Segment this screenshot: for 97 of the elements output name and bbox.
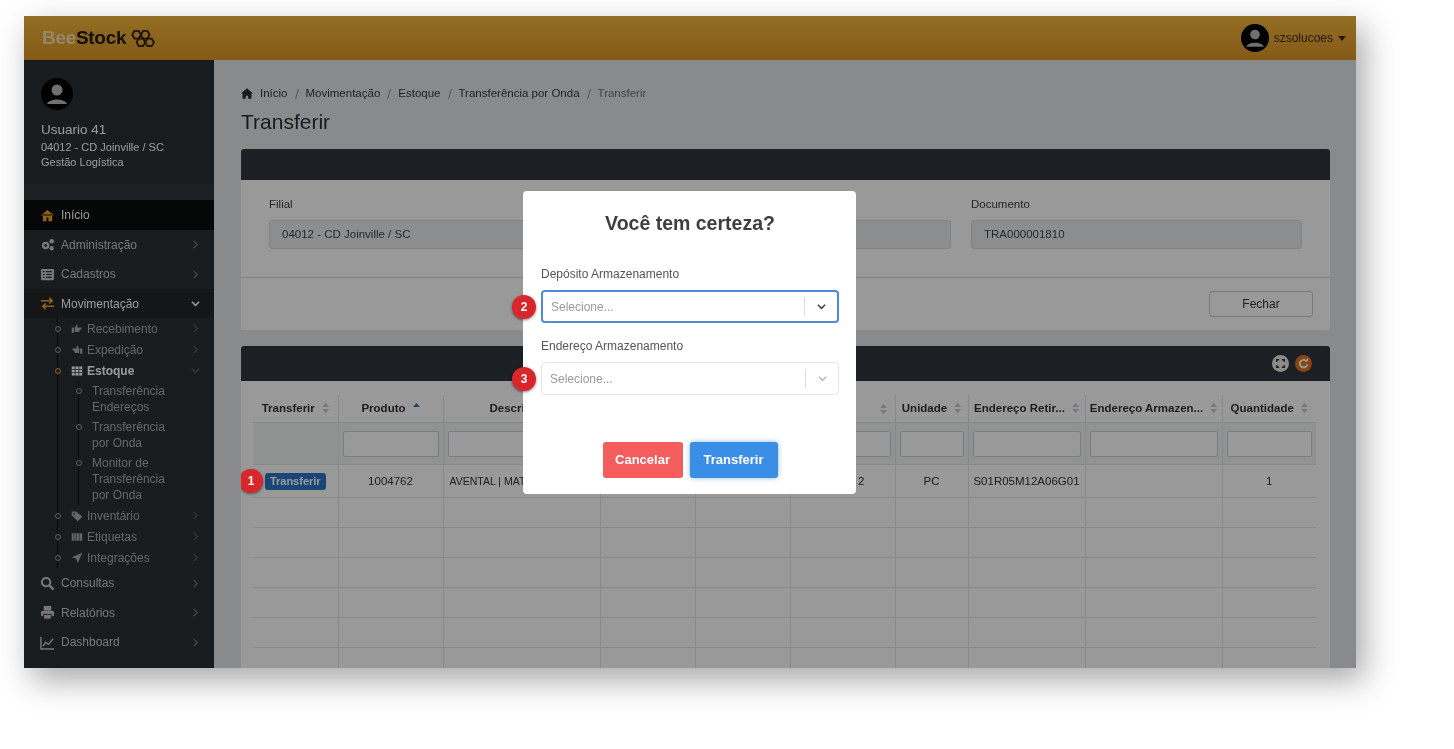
swap-arrows-icon xyxy=(40,296,55,311)
table-cell: PC xyxy=(923,474,940,487)
list-icon xyxy=(40,266,55,282)
field-label: Documento xyxy=(971,197,1031,213)
user-name: Usuario 41 xyxy=(41,121,108,139)
field-label: Depósito Armazenamento xyxy=(541,266,681,284)
chevron-down-icon xyxy=(816,302,826,312)
step-marker: 1 xyxy=(241,469,263,494)
caret-down-icon xyxy=(1338,35,1346,41)
sidebar-item[interactable]: Transferência Endereços xyxy=(79,381,214,418)
table-cell: S01R05M12A06G01 xyxy=(973,474,1080,487)
table-cell: 1004762 xyxy=(368,474,413,487)
refresh-icon xyxy=(1295,354,1312,372)
breadcrumb-link[interactable]: Início xyxy=(260,85,288,103)
field-label: Endereço Armazenamento xyxy=(541,338,685,356)
column-header[interactable]: Quantidade xyxy=(1230,401,1294,414)
column-header[interactable]: Unidade xyxy=(901,401,948,414)
breadcrumb-separator-icon xyxy=(586,88,591,99)
filter-field[interactable] xyxy=(972,430,1081,457)
home-icon xyxy=(40,207,55,223)
sidebar-item[interactable]: Estoque xyxy=(58,360,214,382)
sidebar-item[interactable]: Transferência por Onda xyxy=(79,417,214,454)
transfer-button[interactable]: Transferir xyxy=(689,442,778,478)
sidebar-item[interactable]: Cadastros xyxy=(24,259,214,289)
home-icon xyxy=(241,88,253,100)
table-cell: 1 xyxy=(1266,474,1273,487)
avatar-icon xyxy=(1240,24,1269,52)
chevron-down-icon xyxy=(191,299,200,308)
chevron-right-icon xyxy=(191,240,200,249)
select-input[interactable]: Selecione... xyxy=(543,297,804,316)
filter-field[interactable] xyxy=(342,430,439,457)
hand-icon xyxy=(71,343,83,356)
line-chart-icon xyxy=(40,634,55,650)
hand-icon xyxy=(71,322,83,335)
sidebar-item[interactable]: Consultas xyxy=(24,568,214,598)
column-header[interactable]: Produto xyxy=(361,401,406,414)
cancel-button[interactable]: Cancelar xyxy=(602,442,683,478)
gears-icon xyxy=(40,237,55,252)
field-label: Filial xyxy=(269,197,294,213)
chevron-right-icon xyxy=(191,269,200,279)
column-header[interactable]: Endereço Retir... xyxy=(974,401,1065,414)
barcode-icon xyxy=(71,530,83,543)
sidebar-item[interactable]: Monitor de Transferência por Onda xyxy=(79,453,214,506)
close-button[interactable]: Fechar xyxy=(1209,290,1313,317)
table-cell: 2 xyxy=(858,474,865,487)
tag-icon xyxy=(71,509,83,522)
chevron-right-icon xyxy=(191,637,200,647)
sidebar-item[interactable]: Recebimento xyxy=(58,318,214,340)
sidebar-item[interactable]: Dashboard xyxy=(24,627,214,657)
step-marker: 3 xyxy=(512,366,536,391)
sidebar-item[interactable]: Integrações xyxy=(58,547,214,569)
user-menu[interactable]: szsolucoes xyxy=(1273,29,1333,47)
column-header[interactable]: Endereço Armazen... xyxy=(1089,401,1204,414)
select-field[interactable]: Selecione... xyxy=(541,290,839,324)
step-marker: 2 xyxy=(512,294,536,319)
chevron-down-icon xyxy=(191,366,200,376)
breadcrumb-current: Transferir xyxy=(597,86,647,101)
fullscreen-icon xyxy=(1272,354,1289,372)
chevron-right-icon xyxy=(191,345,200,355)
breadcrumb-separator-icon xyxy=(387,88,392,99)
table-cell: AVENTAL | MAT xyxy=(449,474,526,487)
sidebar-item[interactable]: Movimentação xyxy=(24,288,214,319)
user-role: Gestão Logística xyxy=(41,155,125,171)
chevron-right-icon xyxy=(191,324,200,334)
filter-field[interactable] xyxy=(1089,430,1218,457)
dialog-title: Você tem certeza? xyxy=(604,211,776,236)
sidebar-item[interactable]: Etiquetas xyxy=(58,526,214,548)
chevron-right-icon xyxy=(191,553,200,563)
filter-field[interactable] xyxy=(899,430,964,457)
transfer-button[interactable]: Transferir xyxy=(264,472,326,490)
paper-plane-icon xyxy=(71,551,83,564)
breadcrumb-separator-icon xyxy=(447,88,452,99)
sidebar-item[interactable]: Expedição xyxy=(58,339,214,361)
logo-text: BeeStock xyxy=(42,25,127,50)
chevron-right-icon xyxy=(191,532,200,542)
breadcrumb-separator-icon xyxy=(294,88,299,99)
chevron-right-icon xyxy=(191,608,200,617)
sidebar-item[interactable]: Inventário xyxy=(58,505,214,527)
chevron-down-icon xyxy=(817,374,827,384)
honeycomb-logo-icon xyxy=(129,27,156,49)
breadcrumb-link[interactable]: Movimentação xyxy=(305,85,381,103)
column-header[interactable]: Transferir xyxy=(261,401,315,414)
chevron-right-icon xyxy=(191,511,200,521)
breadcrumb-link[interactable]: Transferência por Onda xyxy=(458,85,580,103)
sidebar-item[interactable]: Início xyxy=(24,200,214,230)
filter-field[interactable] xyxy=(1226,430,1312,457)
user-branch: 04012 - CD Joinville / SC xyxy=(41,140,165,156)
search-icon xyxy=(40,575,55,591)
printer-icon xyxy=(40,605,55,620)
input-field: TRA000001810 xyxy=(971,219,1302,249)
grid-icon xyxy=(71,364,83,377)
select-input[interactable]: Selecione... xyxy=(542,369,805,388)
sidebar-item[interactable]: Relatórios xyxy=(24,597,214,628)
avatar-icon xyxy=(41,78,73,110)
breadcrumb-link[interactable]: Estoque xyxy=(398,85,441,103)
page-title: Transferir xyxy=(241,109,332,135)
chevron-right-icon xyxy=(191,578,200,588)
